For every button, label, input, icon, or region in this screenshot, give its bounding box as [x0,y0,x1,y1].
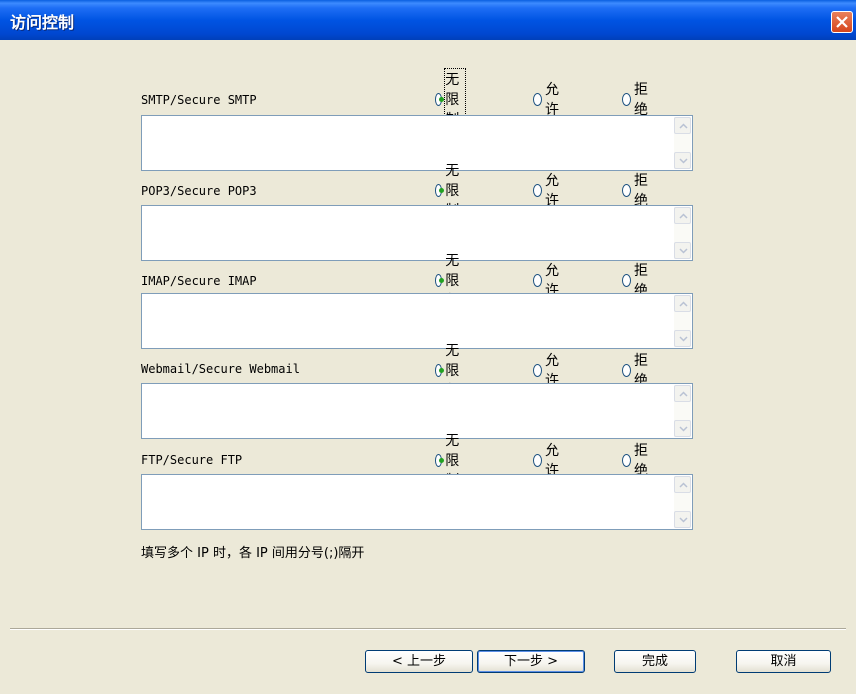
ip-hint-text: 填写多个 IP 时，各 IP 间用分号(;)隔开 [141,546,365,561]
scroll-down-button[interactable] [674,511,691,528]
section-label-smtp: SMTP/Secure SMTP [141,93,257,107]
vertical-scrollbar[interactable] [674,207,691,259]
radio-smtp-unlimited[interactable]: 无限制 [435,68,466,130]
scroll-down-button[interactable] [674,242,691,259]
scroll-up-button[interactable] [674,295,691,312]
radio-unchecked-icon [533,363,543,377]
chevron-up-icon [679,123,688,129]
webmail-ip-textarea[interactable] [141,383,693,439]
pop3-ip-textarea[interactable] [141,205,693,261]
radio-label: 允许 [545,173,560,209]
close-button[interactable] [831,11,853,33]
scroll-up-button[interactable] [674,207,691,224]
scroll-down-button[interactable] [674,420,691,437]
radio-ftp-deny[interactable]: 拒绝 [622,443,652,479]
radio-unchecked-icon [622,273,632,287]
scroll-down-button[interactable] [674,152,691,169]
radio-webmail-unlimited[interactable]: 无限制 [435,343,465,399]
scroll-up-button[interactable] [674,385,691,402]
radio-label: 拒绝 [634,173,649,209]
section-label-webmail: Webmail/Secure Webmail [141,362,300,376]
scroll-up-button[interactable] [674,476,691,493]
radio-unchecked-icon [622,453,632,467]
close-icon [836,16,848,28]
radio-imap-allow[interactable]: 允许 [533,263,563,299]
radio-smtp-deny[interactable]: 拒绝 [622,82,652,118]
radio-checked-icon [435,92,445,106]
radio-checked-icon [435,183,445,197]
scroll-up-button[interactable] [674,117,691,134]
section-label-imap: IMAP/Secure IMAP [141,274,257,288]
radio-pop3-deny[interactable]: 拒绝 [622,173,652,209]
radio-webmail-allow[interactable]: 允许 [533,353,563,389]
smtp-ip-textarea[interactable] [141,115,693,171]
access-control-dialog: 访问控制 SMTP/Secure SMTP 无限制 允许 拒绝 POP3/Sec… [0,0,856,694]
radio-label: 允许 [545,82,560,118]
radio-imap-deny[interactable]: 拒绝 [622,263,652,299]
radio-unchecked-icon [622,183,632,197]
radio-unchecked-icon [622,92,632,106]
chevron-down-icon [679,517,688,523]
radio-unchecked-icon [533,183,543,197]
chevron-up-icon [679,213,688,219]
radio-imap-unlimited[interactable]: 无限制 [435,253,465,309]
next-button[interactable]: 下一步 > [477,650,585,673]
radio-checked-icon [435,363,445,377]
title-bar: 访问控制 [0,0,856,40]
section-label-pop3: POP3/Secure POP3 [141,184,257,198]
radio-pop3-unlimited[interactable]: 无限制 [435,163,465,219]
chevron-up-icon [679,301,688,307]
back-button[interactable]: < 上一步 [365,650,473,673]
radio-label: 拒绝 [634,82,649,118]
chevron-up-icon [679,482,688,488]
radio-webmail-deny[interactable]: 拒绝 [622,353,652,389]
vertical-scrollbar[interactable] [674,476,691,528]
vertical-scrollbar[interactable] [674,295,691,347]
radio-checked-icon [435,273,445,287]
imap-ip-textarea[interactable] [141,293,693,349]
radio-pop3-allow[interactable]: 允许 [533,173,563,209]
radio-ftp-allow[interactable]: 允许 [533,443,563,479]
radio-checked-icon [435,453,445,467]
radio-unchecked-icon [533,273,543,287]
radio-unchecked-icon [622,363,632,377]
chevron-down-icon [679,426,688,432]
radio-unchecked-icon [533,453,543,467]
radio-unchecked-icon [533,92,543,106]
radio-smtp-allow[interactable]: 允许 [533,82,563,118]
vertical-scrollbar[interactable] [674,117,691,169]
chevron-down-icon [679,248,688,254]
chevron-down-icon [679,158,688,164]
chevron-up-icon [679,391,688,397]
radio-ftp-unlimited[interactable]: 无限制 [435,433,465,489]
footer-divider [10,628,846,630]
window-title: 访问控制 [10,13,75,32]
scroll-down-button[interactable] [674,330,691,347]
vertical-scrollbar[interactable] [674,385,691,437]
ftp-ip-textarea[interactable] [141,474,693,530]
section-label-ftp: FTP/Secure FTP [141,453,243,467]
cancel-button[interactable]: 取消 [736,650,831,673]
finish-button[interactable]: 完成 [614,650,696,673]
chevron-down-icon [679,336,688,342]
